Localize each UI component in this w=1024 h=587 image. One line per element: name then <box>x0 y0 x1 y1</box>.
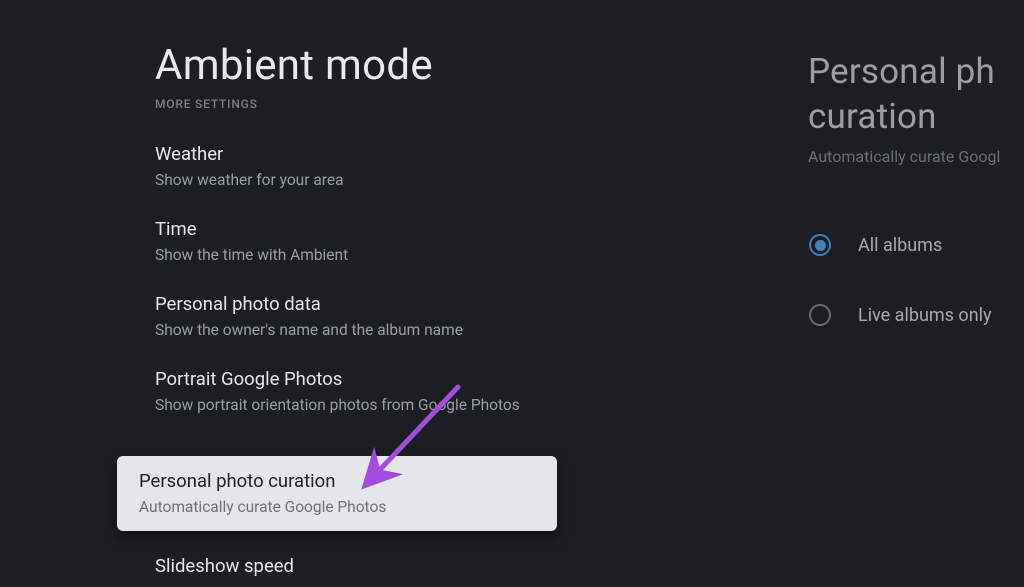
personal-photo-curation-panel: Personal ph curation Automatically curat… <box>783 0 1024 587</box>
radio-option-live-albums-only[interactable]: Live albums only <box>808 280 992 350</box>
radio-label: Live albums only <box>858 305 992 326</box>
settings-list: Weather Show weather for your area Time … <box>155 143 595 443</box>
setting-item-personal-photo-data[interactable]: Personal photo data Show the owner's nam… <box>155 293 595 339</box>
setting-item-time[interactable]: Time Show the time with Ambient <box>155 218 595 264</box>
radio-option-all-albums[interactable]: All albums <box>808 210 992 280</box>
setting-title: Weather <box>155 143 595 165</box>
panel-title: Personal ph curation <box>808 50 995 140</box>
setting-item-slideshow-speed[interactable]: Slideshow speed <box>155 555 294 583</box>
setting-item-portrait-google-photos[interactable]: Portrait Google Photos Show portrait ori… <box>155 368 595 414</box>
setting-desc: Show portrait orientation photos from Go… <box>155 396 595 414</box>
radio-label: All albums <box>858 235 942 256</box>
setting-desc: Show weather for your area <box>155 171 595 189</box>
curation-radio-group: All albums Live albums only <box>808 210 992 350</box>
panel-title-line2: curation <box>808 96 937 137</box>
panel-title-line1: Personal ph <box>808 51 995 92</box>
setting-title: Personal photo data <box>155 293 595 315</box>
section-label-more-settings: MORE SETTINGS <box>155 97 258 111</box>
page-title: Ambient mode <box>155 41 433 90</box>
radio-selected-icon <box>808 233 832 257</box>
setting-item-weather[interactable]: Weather Show weather for your area <box>155 143 595 189</box>
setting-desc: Show the time with Ambient <box>155 246 595 264</box>
setting-title: Personal photo curation <box>139 470 535 492</box>
setting-item-personal-photo-curation[interactable]: Personal photo curation Automatically cu… <box>117 456 557 531</box>
setting-title: Portrait Google Photos <box>155 368 595 390</box>
setting-desc: Show the owner's name and the album name <box>155 321 595 339</box>
ambient-mode-panel: Ambient mode MORE SETTINGS Weather Show … <box>0 0 760 587</box>
setting-title: Time <box>155 218 595 240</box>
panel-description: Automatically curate Googl <box>808 147 1000 166</box>
setting-desc: Automatically curate Google Photos <box>139 498 535 516</box>
radio-unselected-icon <box>808 303 832 327</box>
setting-title: Slideshow speed <box>155 555 294 577</box>
